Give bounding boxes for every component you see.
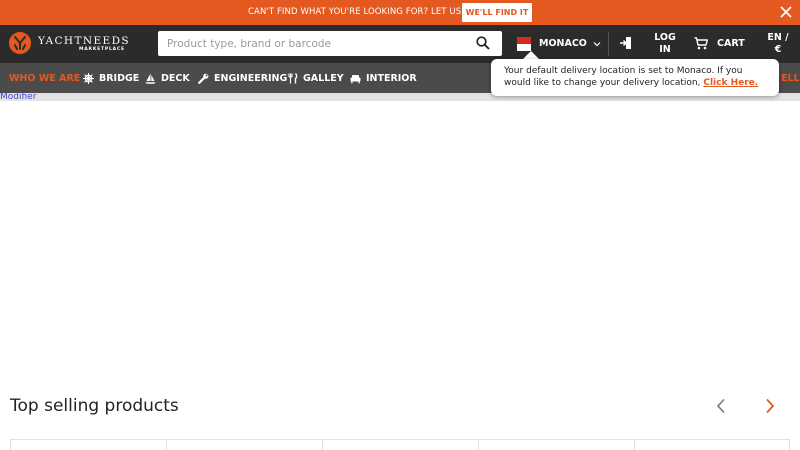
product-carousel (10, 439, 790, 450)
section-title-top-selling: Top selling products (10, 396, 179, 416)
nav-item-label: DECK (161, 72, 190, 84)
cart-button[interactable]: CART (717, 38, 745, 49)
product-card[interactable] (166, 439, 322, 450)
tooltip-message: Your default delivery location is set to… (504, 65, 772, 89)
chevron-right-icon[interactable] (763, 398, 777, 414)
nav-item-deck[interactable]: DECK (145, 63, 190, 93)
language-currency-selector[interactable]: EN / € (764, 32, 792, 56)
product-card[interactable] (322, 439, 478, 450)
nav-item-seller[interactable]: ELLER (781, 63, 800, 93)
logo-icon[interactable] (9, 32, 31, 54)
search-input[interactable] (158, 31, 468, 56)
login-button[interactable]: LOG IN (650, 32, 680, 56)
nav-item-engineering[interactable]: ENGINEERING (198, 63, 287, 93)
country-selector[interactable]: MONACO (539, 38, 587, 49)
wheel-icon (83, 72, 94, 84)
change-location-link[interactable]: Click Here. (703, 78, 758, 88)
nav-item-interior[interactable]: INTERIOR (350, 63, 417, 93)
sailboat-icon (145, 73, 156, 84)
wrench-icon (198, 73, 209, 84)
cutlery-icon (288, 72, 298, 83)
nav-item-label: ELLER (781, 72, 800, 84)
page: CAN'T FIND WHAT YOU'RE LOOKING FOR? LET … (0, 0, 800, 450)
cart-icon[interactable] (694, 37, 708, 50)
sofa-icon (350, 74, 361, 83)
product-card[interactable] (634, 439, 790, 450)
logo-text[interactable]: YACHTNEEDS (38, 35, 130, 47)
search-icon[interactable] (476, 36, 490, 50)
site-header: YACHTNEEDS MARKETPLACE MONACO LOG IN CAR… (0, 25, 800, 63)
close-icon[interactable] (779, 5, 793, 19)
chevron-left-icon[interactable] (714, 398, 728, 414)
chevron-down-icon[interactable] (593, 40, 601, 48)
nav-item-label: INTERIOR (366, 72, 417, 84)
promo-text: CAN'T FIND WHAT YOU'RE LOOKING FOR? LET … (248, 7, 492, 17)
product-card[interactable] (10, 439, 166, 450)
product-card[interactable] (478, 439, 634, 450)
nav-item-galley[interactable]: GALLEY (287, 63, 344, 93)
strip-link[interactable]: Modifier (0, 93, 36, 101)
nav-item-label: ENGINEERING (214, 72, 288, 84)
search-box (158, 31, 502, 56)
find-it-button[interactable]: WE'LL FIND IT (462, 3, 532, 22)
nav-item-who-we-are[interactable]: WHO WE ARE (9, 63, 80, 93)
login-icon[interactable] (619, 36, 633, 50)
nav-item-bridge[interactable]: BRIDGE (83, 63, 139, 93)
nav-item-label: WHO WE ARE (9, 72, 81, 84)
header-divider (608, 32, 609, 56)
promo-bar: CAN'T FIND WHAT YOU'RE LOOKING FOR? LET … (0, 0, 800, 25)
logo-subtitle: MARKETPLACE (79, 47, 125, 52)
monaco-flag-icon[interactable] (517, 37, 531, 51)
delivery-location-tooltip: Your default delivery location is set to… (491, 59, 779, 96)
nav-item-label: GALLEY (303, 72, 344, 84)
nav-item-label: BRIDGE (99, 72, 140, 84)
